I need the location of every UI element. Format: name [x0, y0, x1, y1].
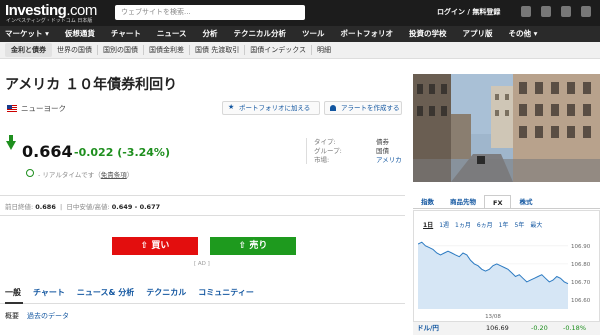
- notification-icon[interactable]: [521, 6, 531, 17]
- instrument-tabs: 一般 チャート ニュース& 分析 テクニカル コミュニティー: [5, 287, 254, 298]
- fx-change-pct: -0.18%: [563, 324, 586, 332]
- sell-button[interactable]: ⇧ 売り: [210, 237, 296, 255]
- y-tick-label: 106.90: [571, 244, 591, 250]
- search-input[interactable]: ウェブサイトを検索...: [115, 5, 305, 20]
- nav-item-9[interactable]: アプリ版: [454, 26, 500, 42]
- tab-2[interactable]: ニュース& 分析: [77, 287, 134, 298]
- star-icon: ★: [228, 103, 235, 111]
- divider: [0, 303, 405, 304]
- tab-4[interactable]: コミュニティー: [198, 287, 254, 298]
- x-tick-label: 13/08: [485, 314, 501, 320]
- subtab-1[interactable]: 過去のデータ: [27, 311, 69, 321]
- disclaimer-link[interactable]: 免責条項: [101, 171, 127, 179]
- market-chart-widget: 1日 1週 1ヵ月 6ヵ月 1年 5年 最大 106.90 106.80 106.70 106.6…: [413, 210, 600, 335]
- subnav-item-0[interactable]: 金利と債券: [5, 43, 52, 57]
- fx-pair[interactable]: ドル/円: [417, 322, 439, 335]
- y-tick-label: 106.80: [571, 262, 591, 268]
- widget-tab-0[interactable]: 指数: [413, 195, 442, 208]
- top-bar: Investing.com インベスティング・ドットコム 日本版 ウェブサイトを…: [0, 0, 600, 26]
- nav-item-8[interactable]: 投資の学校: [401, 26, 455, 42]
- nav-item-0[interactable]: マーケット ▾: [0, 26, 57, 42]
- instrument-subtabs: 概要 過去のデータ: [5, 311, 69, 321]
- fx-price: 106.69: [486, 324, 509, 332]
- nav-item-4[interactable]: 分析: [194, 26, 225, 42]
- nav-item-2[interactable]: チャート: [103, 26, 149, 42]
- main-nav: マーケット ▾ 仮想通貨 チャート ニュース 分析 テクニカル分析 ツール ポートフォリオ 投資…: [0, 26, 600, 42]
- last-price: 0.664: [22, 142, 73, 161]
- fx-quote-row[interactable]: ドル/円 106.69 -0.20 -0.18%: [413, 321, 600, 335]
- down-arrow-icon: [6, 135, 16, 150]
- tagline: インベスティング・ドットコム 日本版: [6, 18, 93, 24]
- subtab-0[interactable]: 概要: [5, 311, 19, 321]
- nav-item-3[interactable]: ニュース: [149, 26, 195, 42]
- page-title: アメリカ １０年債券利回り: [5, 77, 178, 93]
- realtime-note: - リアルタイムです（免責条項）: [38, 171, 134, 179]
- nav-item-6[interactable]: ツール: [294, 26, 333, 42]
- tab-1[interactable]: チャート: [33, 287, 65, 298]
- meta-labels: タイプ: グループ: 市場:: [314, 138, 342, 164]
- widget-tab-3[interactable]: 株式: [511, 195, 540, 208]
- active-tab-indicator: [5, 302, 23, 304]
- subnav-item-1[interactable]: 世界の国債: [52, 45, 98, 55]
- period-tab-6[interactable]: 最大: [530, 220, 542, 229]
- market-link[interactable]: アメリカ: [376, 156, 402, 165]
- y-tick-label: 106.70: [571, 280, 591, 286]
- divider: [0, 195, 405, 196]
- clock-icon: [26, 169, 34, 177]
- y-tick-label: 106.60: [571, 298, 591, 304]
- subnav-item-3[interactable]: 国債金利差: [144, 45, 190, 55]
- period-tab-3[interactable]: 6ヵ月: [477, 220, 493, 229]
- tab-3[interactable]: テクニカル: [146, 287, 186, 298]
- nav-item-7[interactable]: ポートフォリオ: [332, 26, 401, 42]
- period-tab-4[interactable]: 1年: [499, 220, 509, 229]
- street-photo: [413, 74, 600, 182]
- fx-change: -0.20: [531, 324, 548, 332]
- create-alert-button[interactable]: アラートを作成する: [324, 101, 402, 115]
- exchange-label: ニューヨーク: [21, 104, 66, 113]
- lock-icon[interactable]: [541, 6, 551, 17]
- divider: [0, 215, 405, 216]
- bell-icon: [330, 105, 336, 111]
- subnav-item-6[interactable]: 明細: [312, 45, 336, 55]
- widget-tab-2[interactable]: FX: [484, 195, 512, 208]
- nav-item-5[interactable]: テクニカル分析: [225, 26, 294, 42]
- subnav-item-5[interactable]: 国債インデックス: [245, 45, 313, 55]
- nav-item-1[interactable]: 仮想通貨: [57, 26, 103, 42]
- period-tab-5[interactable]: 5年: [515, 220, 525, 229]
- subnav-item-4[interactable]: 国債 先渡取引: [190, 45, 246, 55]
- subnav-item-2[interactable]: 国別の国債: [98, 45, 144, 55]
- divider: [306, 138, 307, 164]
- ad-label: [ AD ]: [194, 261, 210, 267]
- area-fill: [418, 242, 568, 309]
- buy-button[interactable]: ⇧ 買い: [112, 237, 198, 255]
- header-icons: [521, 6, 591, 17]
- period-tabs: 1日 1週 1ヵ月 6ヵ月 1年 5年 最大: [423, 220, 542, 229]
- period-tab-1[interactable]: 1週: [439, 220, 449, 229]
- usdjpy-chart: 106.90 106.80 106.70 106.60 13/08: [418, 241, 591, 320]
- market-widget-tabs: 指数 商品先物 FX 株式: [413, 195, 600, 209]
- prev-close-row: 前日終値: 0.686 | 日中安値/高値: 0.649 - 0.677: [5, 203, 161, 211]
- period-tab-0[interactable]: 1日: [423, 220, 433, 229]
- login-link[interactable]: ログイン / 無料登録: [437, 7, 500, 17]
- widget-tab-1[interactable]: 商品先物: [442, 195, 484, 208]
- sub-nav: 金利と債券 世界の国債 国別の国債 国債金利差 国債 先渡取引 国債インデックス 明細: [0, 42, 600, 59]
- us-flag-icon: [7, 105, 17, 112]
- period-tab-2[interactable]: 1ヵ月: [455, 220, 471, 229]
- tab-0[interactable]: 一般: [5, 287, 21, 298]
- user-icon[interactable]: [581, 6, 591, 17]
- meta-values: 債券 国債 アメリカ: [376, 138, 402, 165]
- nav-item-10[interactable]: その他 ▾: [500, 26, 545, 42]
- add-to-portfolio-button[interactable]: ★ ポートフォリオに加える: [222, 101, 320, 115]
- briefcase-icon[interactable]: [561, 6, 571, 17]
- price-change: -0.022 (-3.24%): [74, 146, 170, 159]
